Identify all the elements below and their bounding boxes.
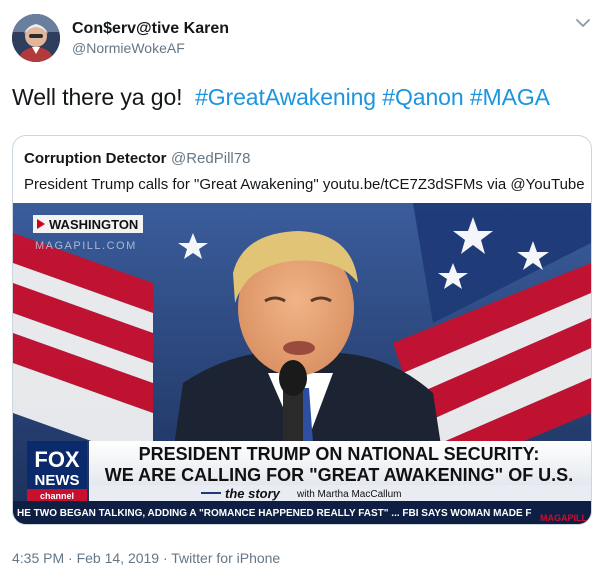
hashtag-qanon[interactable]: #Qanon: [382, 84, 463, 110]
logo-news: NEWS: [35, 472, 80, 489]
tweet-timestamp: 4:35 PM · Feb 14, 2019 · Twitter for iPh…: [12, 550, 280, 566]
fox-news-logo: FOX NEWS channel: [27, 441, 87, 501]
show-host: with Martha MacCallum: [296, 489, 401, 500]
location-tag-text: WASHINGTON: [49, 217, 138, 232]
quoted-tweet-card[interactable]: Corruption Detector @RedPill78 President…: [12, 135, 592, 525]
logo-channel: channel: [40, 491, 74, 501]
hashtag-maga[interactable]: #MAGA: [470, 84, 550, 110]
quoted-tweet-text: President Trump calls for "Great Awakeni…: [24, 176, 585, 193]
location-tag: WASHINGTON: [33, 215, 143, 233]
tweet-text: Well there ya go! #GreatAwakening #Qanon…: [12, 84, 550, 111]
video-thumbnail[interactable]: WASHINGTON MAGAPILL.COM FOX NEWS channel…: [13, 203, 591, 524]
timestamp-text[interactable]: 4:35 PM · Feb 14, 2019 · Twitter for iPh…: [12, 550, 280, 566]
headline-line-1: PRESIDENT TRUMP ON NATIONAL SECURITY:: [139, 444, 540, 464]
tweet-body: Well there ya go!: [12, 84, 183, 110]
hashtag-great-awakening[interactable]: #GreatAwakening: [195, 84, 376, 110]
quoted-author-handle: @RedPill78: [171, 150, 251, 167]
news-ticker: HE TWO BEGAN TALKING, ADDING A "ROMANCE …: [17, 508, 532, 519]
logo-fox: FOX: [34, 447, 80, 472]
author-handle[interactable]: @NormieWokeAF: [72, 40, 185, 56]
author-display-name[interactable]: Con$erv@tive Karen: [72, 20, 229, 38]
corner-watermark: MAGAPILL: [540, 513, 587, 523]
video-watermark: MAGAPILL.COM: [35, 240, 137, 252]
headline-line-2: WE ARE CALLING FOR "GREAT AWAKENING" OF …: [105, 465, 573, 485]
tweet: Con$erv@tive Karen @NormieWokeAF Well th…: [0, 0, 601, 582]
chevron-down-icon[interactable]: [574, 14, 592, 32]
author-avatar[interactable]: [12, 14, 60, 62]
show-name: the story: [225, 486, 281, 501]
quoted-author-name: Corruption Detector: [24, 150, 167, 167]
